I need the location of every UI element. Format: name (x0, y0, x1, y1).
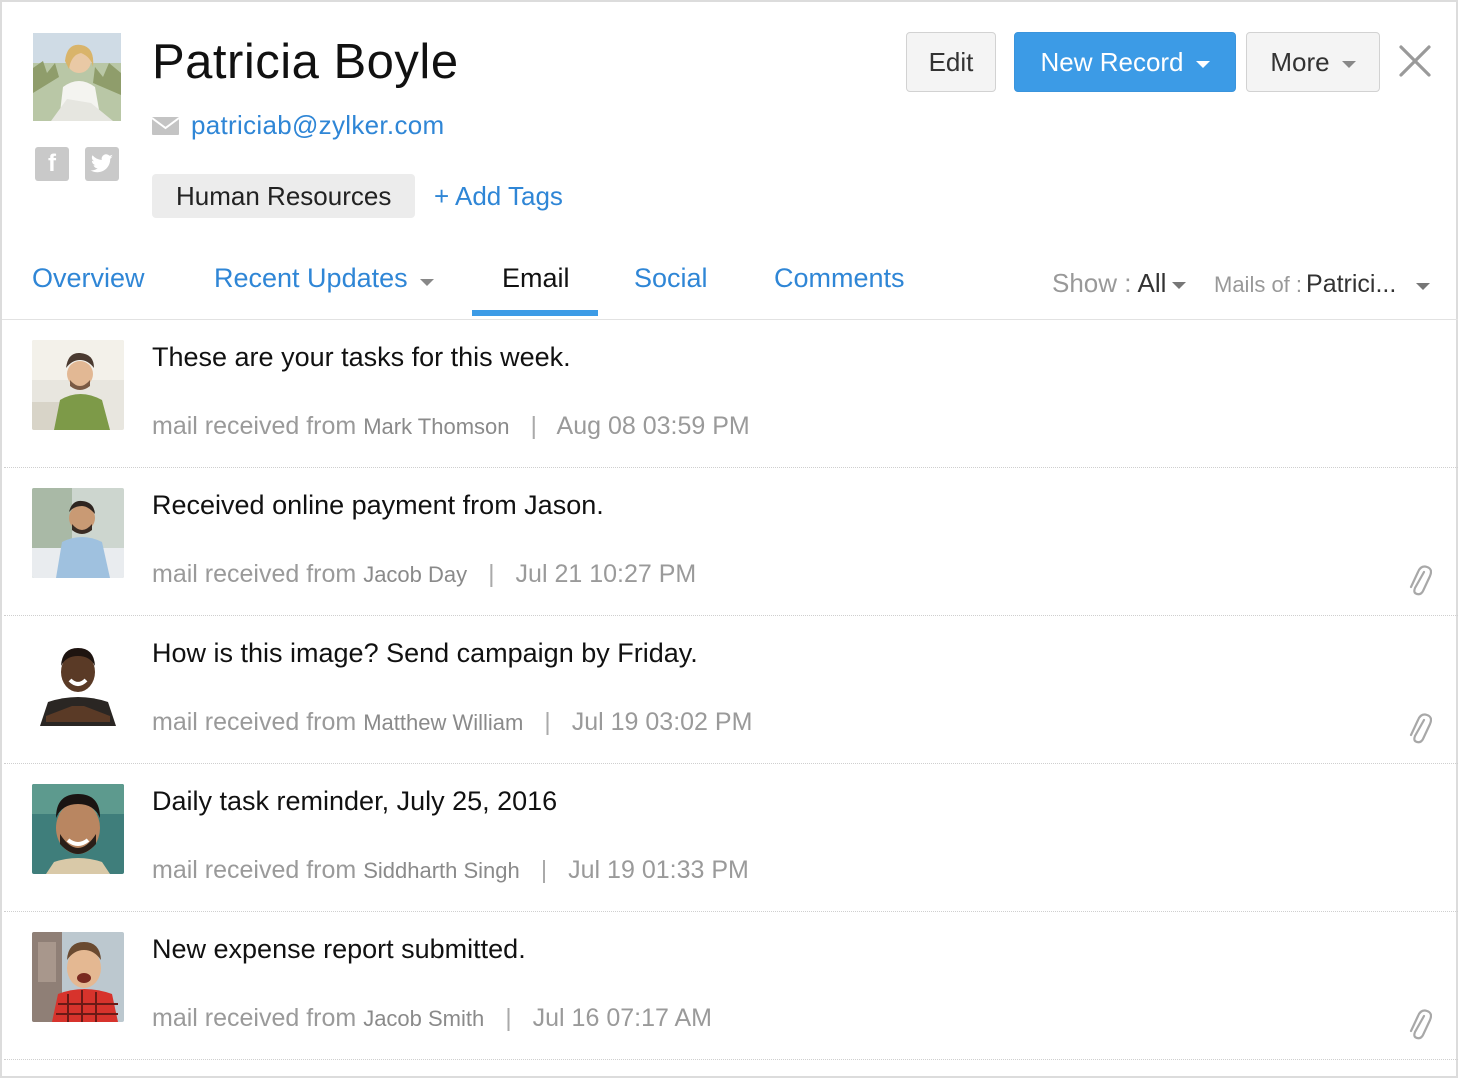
list-item[interactable]: Received online payment from Jason. mail… (4, 468, 1458, 616)
social-links: f (35, 147, 119, 181)
mail-meta: mail received from Matthew William | Jul… (152, 708, 752, 737)
tab-label: Recent Updates (214, 263, 408, 293)
mail-subject[interactable]: Received online payment from Jason. (152, 490, 604, 521)
profile-photo (33, 33, 121, 121)
avatar (32, 636, 124, 726)
add-tags-link[interactable]: + Add Tags (434, 174, 563, 218)
separator: | (540, 856, 548, 884)
tab-social[interactable]: Social (634, 252, 708, 318)
active-tab-indicator (472, 310, 598, 316)
tab-label: Social (634, 263, 708, 293)
mail-meta: mail received from Jacob Day | Jul 21 10… (152, 560, 696, 589)
tab-email[interactable]: Email (502, 252, 570, 318)
email-row: patriciab@zylker.com (152, 110, 444, 141)
paperclip-icon[interactable] (1406, 562, 1432, 598)
envelope-icon (152, 116, 179, 135)
mail-prefix: mail received from (152, 708, 357, 736)
more-button-label: More (1270, 46, 1330, 77)
tab-label: Comments (774, 263, 905, 293)
separator: | (544, 708, 551, 736)
mail-sender[interactable]: Mark Thomson (363, 414, 509, 439)
mail-prefix: mail received from (152, 560, 357, 588)
record-detail-panel: f Patricia Boyle patriciab@zylker.com Hu… (0, 0, 1458, 1078)
separator: | (505, 1004, 512, 1032)
mail-date: Jul 16 07:17 AM (532, 1004, 712, 1032)
edit-button-label: Edit (928, 46, 974, 77)
new-record-button-label: New Record (1040, 46, 1184, 77)
facebook-icon[interactable]: f (35, 147, 69, 181)
chevron-down-icon (1172, 282, 1187, 289)
avatar (32, 932, 124, 1022)
avatar (32, 488, 124, 578)
close-icon[interactable] (1396, 42, 1434, 80)
list-item[interactable]: Daily task reminder, July 25, 2016 mail … (4, 764, 1458, 912)
chevron-down-icon (1416, 283, 1431, 290)
separator: | (530, 412, 537, 440)
mail-prefix: mail received from (152, 412, 357, 440)
paperclip-icon[interactable] (1406, 1006, 1432, 1042)
mail-sender[interactable]: Jacob Smith (363, 1006, 484, 1031)
mail-sender[interactable]: Jacob Day (363, 562, 467, 587)
tab-label: Email (502, 263, 570, 293)
mails-of-dropdown[interactable]: Mails of : Patrici... (1214, 270, 1431, 299)
mail-date: Jul 21 10:27 PM (515, 560, 697, 588)
list-item[interactable]: How is this image? Send campaign by Frid… (4, 616, 1458, 764)
chevron-down-icon (1195, 60, 1210, 68)
contact-name: Patricia Boyle (152, 35, 459, 89)
mail-meta: mail received from Jacob Smith | Jul 16 … (152, 1004, 712, 1033)
mail-date: Jul 19 03:02 PM (571, 708, 753, 736)
paperclip-icon[interactable] (1406, 710, 1432, 746)
mail-subject[interactable]: These are your tasks for this week. (152, 342, 571, 373)
tab-overview[interactable]: Overview (32, 252, 145, 318)
chevron-down-icon (419, 279, 434, 286)
mail-prefix: mail received from (152, 856, 357, 884)
tab-comments[interactable]: Comments (774, 252, 905, 318)
separator: | (488, 560, 495, 588)
list-item[interactable]: New expense report submitted. mail recei… (4, 912, 1458, 1060)
mail-date: Aug 08 03:59 PM (556, 412, 750, 440)
new-record-button[interactable]: New Record (1014, 32, 1236, 92)
mails-of-value: Patrici... (1306, 270, 1397, 298)
avatar (32, 340, 124, 430)
mails-of-label: Mails of : (1214, 271, 1303, 297)
show-filter-dropdown[interactable]: Show : All (1052, 268, 1187, 299)
show-filter-value: All (1137, 268, 1167, 298)
chevron-down-icon (1341, 60, 1356, 68)
twitter-icon[interactable] (85, 147, 119, 181)
tab-label: Overview (32, 263, 145, 293)
mail-meta: mail received from Mark Thomson | Aug 08… (152, 412, 750, 441)
mail-sender[interactable]: Siddharth Singh (363, 858, 520, 883)
mail-meta: mail received from Siddharth Singh | Jul… (152, 856, 749, 885)
list-item[interactable]: These are your tasks for this week. mail… (4, 320, 1458, 468)
mail-date: Jul 19 01:33 PM (568, 856, 749, 884)
avatar (32, 784, 124, 874)
mail-subject[interactable]: Daily task reminder, July 25, 2016 (152, 786, 557, 817)
mail-subject[interactable]: How is this image? Send campaign by Frid… (152, 638, 698, 669)
more-button[interactable]: More (1246, 32, 1380, 92)
edit-button[interactable]: Edit (906, 32, 996, 92)
tag-chip[interactable]: Human Resources (152, 174, 416, 218)
mail-subject[interactable]: New expense report submitted. (152, 934, 526, 965)
email-link[interactable]: patriciab@zylker.com (191, 110, 444, 141)
mail-sender[interactable]: Matthew William (363, 710, 523, 735)
mail-prefix: mail received from (152, 1004, 357, 1032)
tab-recent-updates[interactable]: Recent Updates (214, 252, 434, 318)
show-filter-label: Show : (1052, 268, 1132, 298)
